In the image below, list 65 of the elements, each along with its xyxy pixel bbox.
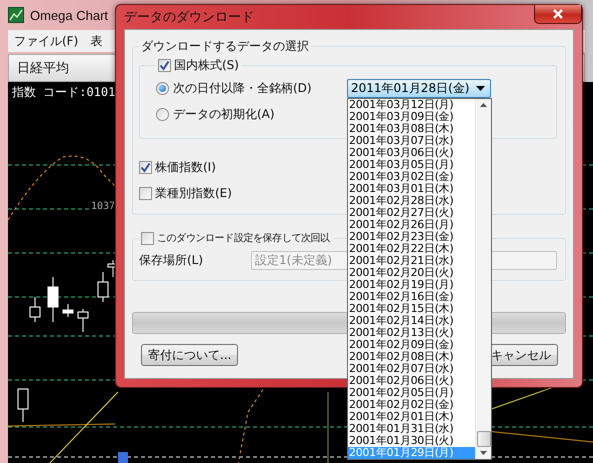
app-chart-icon	[8, 7, 24, 23]
dialog-title: データのダウンロード	[124, 9, 254, 26]
close-button[interactable]	[534, 5, 582, 24]
donate-button[interactable]: 寄付について...	[141, 344, 238, 366]
menu-item[interactable]: ファイル(F)	[14, 32, 78, 50]
menu-item[interactable]: 表	[90, 32, 102, 50]
radio-label: 次の日付以降・全銘柄(D)	[173, 80, 312, 96]
checkbox-label: 業種別指数(E)	[155, 185, 232, 202]
list-item[interactable]: 2001年03月09日(金)	[348, 110, 475, 122]
list-item[interactable]: 2001年02月28日(水)	[348, 194, 475, 206]
checkmark-icon	[159, 60, 170, 71]
list-item[interactable]: 2001年03月07日(水)	[348, 134, 475, 146]
candlestick	[62, 304, 74, 318]
radio-button[interactable]	[156, 82, 169, 94]
date-dropdown[interactable]: 2011年01月28日(金)	[347, 78, 491, 98]
list-item[interactable]: 2001年02月06日(火)	[348, 374, 475, 386]
checkmark-icon	[140, 162, 151, 173]
list-item[interactable]: 2001年02月13日(火)	[348, 326, 475, 338]
list-item[interactable]: 2001年02月09日(金)	[348, 338, 475, 350]
list-item[interactable]: 2001年02月21日(水)	[348, 254, 475, 266]
field-label: 保存場所(L)	[139, 252, 204, 269]
list-item[interactable]: 2001年02月01日(木)	[348, 410, 475, 422]
list-item[interactable]: 2001年02月02日(金)	[348, 398, 475, 410]
group-title: ダウンロードするデータの選択	[140, 38, 310, 55]
list-item[interactable]: 2001年03月02日(金)	[348, 170, 475, 182]
list-item[interactable]: 2001年02月16日(金)	[348, 290, 475, 302]
axis-value: 1037	[91, 201, 116, 212]
checkbox-label: このダウンロード設定を保存して次回以	[157, 232, 330, 245]
list-item[interactable]: 2001年02月27日(火)	[348, 206, 475, 218]
list-item[interactable]: 2001年03月12日(月)	[348, 98, 475, 110]
list-item[interactable]: 2001年03月06日(火)	[348, 146, 475, 158]
checkbox[interactable]	[158, 59, 171, 72]
down-arrow-icon	[480, 450, 487, 454]
list-item[interactable]: 2001年02月14日(水)	[348, 314, 475, 326]
candlestick	[30, 296, 40, 322]
candlestick	[78, 308, 88, 332]
list-item[interactable]: 2001年02月08日(木)	[348, 350, 475, 362]
scrollbar[interactable]	[475, 98, 491, 458]
chart-header: 指数 コード:0101	[11, 84, 116, 101]
window-title: Omega Chart	[30, 8, 108, 22]
checkbox[interactable]	[141, 232, 154, 244]
caret-icon	[476, 86, 485, 90]
list-item[interactable]: 2001年02月15日(木)	[348, 302, 475, 314]
list-item[interactable]: 2001年01月31日(水)	[348, 422, 475, 434]
close-icon	[552, 9, 564, 19]
list-item[interactable]: 2001年03月05日(月)	[348, 158, 475, 170]
scroll-thumb[interactable]	[476, 430, 490, 446]
list-item[interactable]: 2001年02月26日(月)	[348, 218, 475, 230]
list-item[interactable]: 2001年02月19日(月)	[348, 278, 475, 290]
candlestick	[18, 388, 28, 422]
list-item[interactable]: 2001年01月30日(火)	[348, 434, 475, 446]
radio-button[interactable]	[156, 108, 169, 120]
checkbox-label: 株価指数(I)	[155, 159, 216, 176]
list-item[interactable]: 2001年02月23日(金)	[348, 230, 475, 242]
checkbox[interactable]	[139, 161, 152, 174]
list-item[interactable]: 2001年03月01日(木)	[348, 182, 475, 194]
volume-bar	[118, 452, 128, 463]
checkbox[interactable]	[139, 187, 152, 200]
list-item[interactable]: 2001年02月07日(水)	[348, 362, 475, 374]
candlestick	[48, 276, 58, 322]
list-item[interactable]: 2001年02月05日(月)	[348, 386, 475, 398]
up-arrow-icon	[480, 102, 487, 106]
checkbox-label: 国内株式(S)	[174, 57, 239, 74]
list-item[interactable]: 2001年03月08日(木)	[348, 122, 475, 134]
radio-label: データの初期化(A)	[173, 106, 275, 122]
